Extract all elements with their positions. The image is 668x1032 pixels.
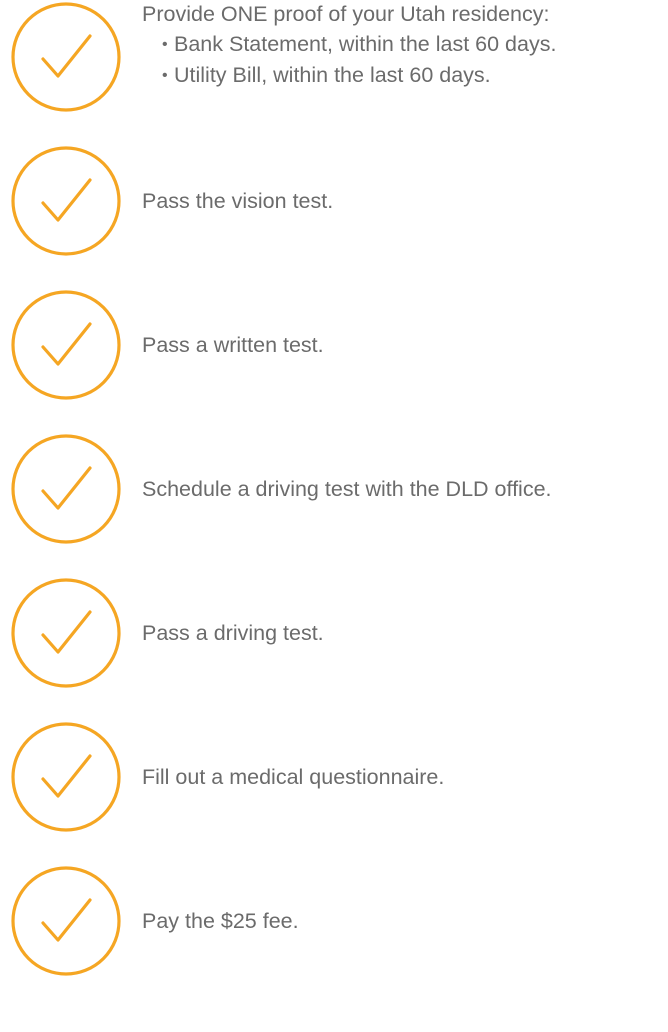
checklist-item-text: Fill out a medical questionnaire. [142, 765, 445, 789]
checklist-item-text: Pay the $25 fee. [142, 909, 299, 933]
checklist-item-text: Provide ONE proof of your Utah residency… [142, 0, 556, 91]
residency-proof-list: Bank Statement, within the last 60 days.… [142, 29, 556, 91]
checklist-item-vision-test: Pass the vision test. [0, 144, 668, 264]
check-circle-icon [10, 145, 122, 257]
checklist-item-driving-test: Pass a driving test. [0, 576, 668, 696]
checklist-item-medical-questionnaire: Fill out a medical questionnaire. [0, 720, 668, 840]
check-circle-icon [10, 721, 122, 833]
checklist-item-text: Pass the vision test. [142, 189, 334, 213]
check-circle-icon [10, 433, 122, 545]
requirements-checklist: Provide ONE proof of your Utah residency… [0, 0, 668, 1032]
checklist-item-text: Schedule a driving test with the DLD off… [142, 477, 552, 501]
check-circle-icon [10, 577, 122, 689]
check-circle-icon [10, 289, 122, 401]
checklist-item-text: Pass a driving test. [142, 621, 324, 645]
residency-heading: Provide ONE proof of your Utah residency… [142, 2, 550, 26]
checklist-item-schedule-driving-test: Schedule a driving test with the DLD off… [0, 432, 668, 552]
list-item: Bank Statement, within the last 60 days. [162, 29, 556, 60]
checklist-item-written-test: Pass a written test. [0, 288, 668, 408]
checklist-item-residency: Provide ONE proof of your Utah residency… [0, 0, 668, 120]
check-circle-icon [10, 865, 122, 977]
list-item: Utility Bill, within the last 60 days. [162, 60, 556, 91]
check-circle-icon [10, 1, 122, 113]
checklist-item-text: Pass a written test. [142, 333, 324, 357]
checklist-item-fee: Pay the $25 fee. [0, 864, 668, 984]
